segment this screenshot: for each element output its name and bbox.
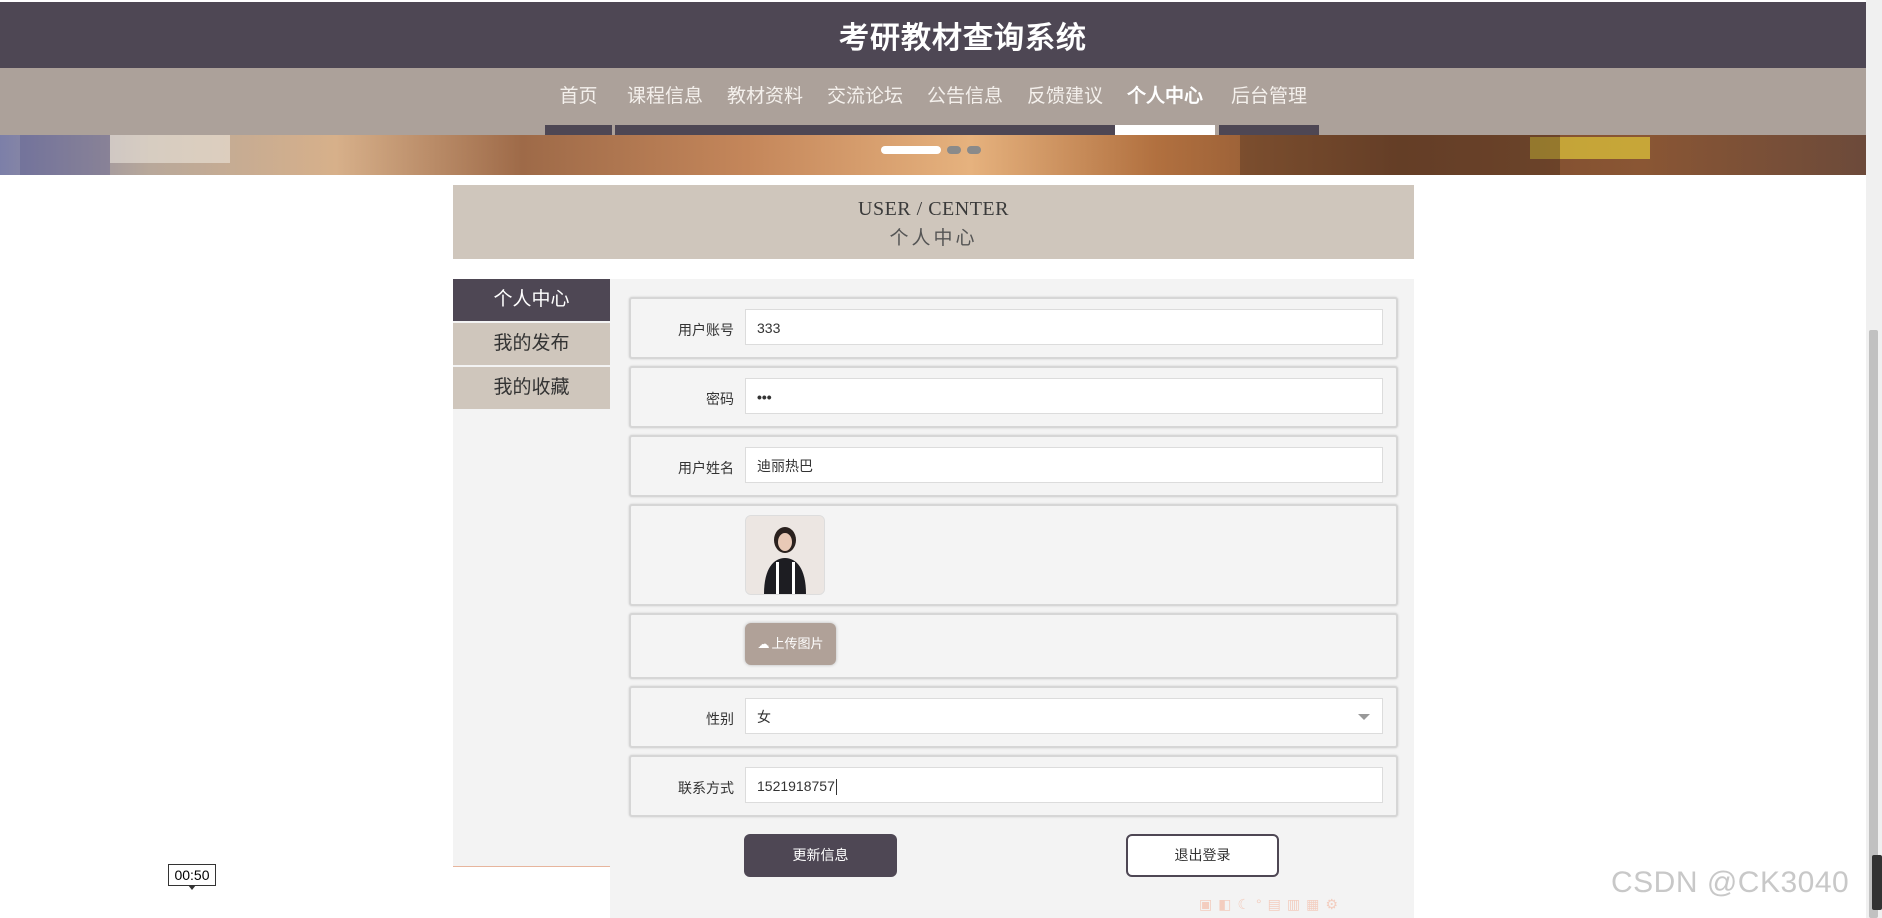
nav-item-label: 公告信息 <box>926 86 1003 107</box>
text-cursor <box>835 779 837 796</box>
carousel-dot[interactable] <box>967 146 981 154</box>
nav-item-admin[interactable]: 后台管理 <box>1219 68 1319 135</box>
carousel-dots <box>881 146 981 154</box>
form-row-contact: 联系方式 1521918757 <box>629 755 1398 817</box>
recording-timer: 00:50 <box>168 864 216 886</box>
contact-value: 1521918757 <box>757 778 835 794</box>
banner-window <box>110 135 230 163</box>
nav-item-label: 首页 <box>559 86 598 107</box>
nav-item-courses[interactable]: 课程信息 <box>615 68 715 135</box>
nav-items: 首页 课程信息 教材资料 交流论坛 公告信息 反馈建议 个人中心 后台管理 <box>545 68 1319 135</box>
contact-label: 联系方式 <box>678 780 734 796</box>
csdn-watermark: CSDN @CK3040 <box>1611 866 1850 899</box>
timer-pointer <box>188 885 196 890</box>
nav-item-personal-center[interactable]: 个人中心 <box>1115 68 1215 135</box>
ime-punct-icon: ° <box>1256 896 1262 912</box>
form-row-name: 用户姓名 迪丽热巴 <box>629 435 1398 497</box>
cloud-upload-icon: ☁ <box>757 637 770 651</box>
gender-select[interactable]: 女 <box>745 698 1383 734</box>
sidebar-item-my-favorites[interactable]: 我的收藏 <box>453 367 610 409</box>
name-input[interactable]: 迪丽热巴 <box>745 447 1383 483</box>
form-row-password: 密码 ••• <box>629 366 1398 428</box>
account-label: 用户账号 <box>678 322 734 338</box>
form-row-avatar <box>629 504 1398 606</box>
ime-toolbar: ▣ ◧ ☾ ° ▤ ▥ ▦ ⚙ <box>1199 896 1338 913</box>
ime-logo-icon: ▣ <box>1199 896 1213 912</box>
main-nav: 首页 课程信息 教材资料 交流论坛 公告信息 反馈建议 个人中心 后台管理 <box>0 68 1866 135</box>
nav-item-feedback[interactable]: 反馈建议 <box>1015 68 1115 135</box>
nav-item-materials[interactable]: 教材资料 <box>715 68 815 135</box>
nav-underline <box>1015 125 1115 135</box>
gender-label: 性别 <box>706 711 734 727</box>
ime-skin-icon: ▥ <box>1286 896 1301 912</box>
form-row-gender: 性别 女 <box>629 686 1398 748</box>
banner-shelf <box>1240 135 1560 175</box>
scrollbar-thumb[interactable] <box>1869 330 1878 918</box>
name-label: 用户姓名 <box>678 460 734 476</box>
nav-underline <box>1115 125 1215 135</box>
password-input[interactable]: ••• <box>745 378 1383 414</box>
scrollbar-handle[interactable] <box>1872 855 1882 910</box>
nav-underline <box>1219 125 1319 135</box>
update-info-button[interactable]: 更新信息 <box>744 834 897 877</box>
nav-item-label: 教材资料 <box>726 86 803 107</box>
nav-underline <box>545 125 612 135</box>
sidebar: 个人中心 我的发布 我的收藏 <box>453 279 610 867</box>
banner-image <box>0 135 1866 175</box>
nav-underline <box>815 125 915 135</box>
banner-shelf <box>20 135 110 175</box>
page-header-cn: 个人中心 <box>889 228 978 249</box>
avatar-portrait <box>746 516 824 594</box>
page-header-en: USER / CENTER <box>858 198 1009 220</box>
form-row-upload: ☁ 上传图片 <box>629 613 1398 679</box>
nav-item-forum[interactable]: 交流论坛 <box>815 68 915 135</box>
gender-selected-value: 女 <box>757 709 771 725</box>
logout-button[interactable]: 退出登录 <box>1126 834 1279 877</box>
password-label: 密码 <box>706 391 734 407</box>
sidebar-item-personal-center[interactable]: 个人中心 <box>453 279 610 321</box>
nav-item-home[interactable]: 首页 <box>545 68 612 135</box>
nav-underline <box>615 125 715 135</box>
ime-moon-icon: ☾ <box>1237 896 1251 912</box>
ime-keyboard-icon: ▤ <box>1267 896 1281 912</box>
page-header: USER / CENTER 个人中心 <box>453 185 1414 259</box>
ime-shirt-icon: ▦ <box>1306 896 1320 912</box>
ime-chinese-icon: ◧ <box>1218 896 1232 912</box>
nav-item-label: 交流论坛 <box>826 86 903 107</box>
sidebar-divider <box>453 866 610 867</box>
nav-item-label: 后台管理 <box>1230 86 1307 107</box>
site-header: 考研教材查询系统 <box>0 2 1866 68</box>
form-row-account: 用户账号 333 <box>629 297 1398 359</box>
nav-item-label: 课程信息 <box>626 86 703 107</box>
contact-input[interactable]: 1521918757 <box>745 767 1383 803</box>
carousel-dot[interactable] <box>881 146 941 154</box>
carousel-dot[interactable] <box>947 146 961 154</box>
chevron-down-icon <box>1358 714 1370 720</box>
avatar-image <box>745 515 825 595</box>
nav-item-label: 个人中心 <box>1126 86 1203 107</box>
upload-image-button[interactable]: ☁ 上传图片 <box>745 623 836 665</box>
nav-underline <box>715 125 815 135</box>
site-title: 考研教材查询系统 <box>839 22 1087 55</box>
account-input[interactable]: 333 <box>745 309 1383 345</box>
upload-button-label: 上传图片 <box>771 636 824 651</box>
nav-item-announcements[interactable]: 公告信息 <box>915 68 1015 135</box>
sidebar-item-my-posts[interactable]: 我的发布 <box>453 323 610 365</box>
nav-underline <box>915 125 1015 135</box>
ime-gear-icon: ⚙ <box>1325 896 1338 912</box>
nav-item-label: 反馈建议 <box>1026 86 1103 107</box>
